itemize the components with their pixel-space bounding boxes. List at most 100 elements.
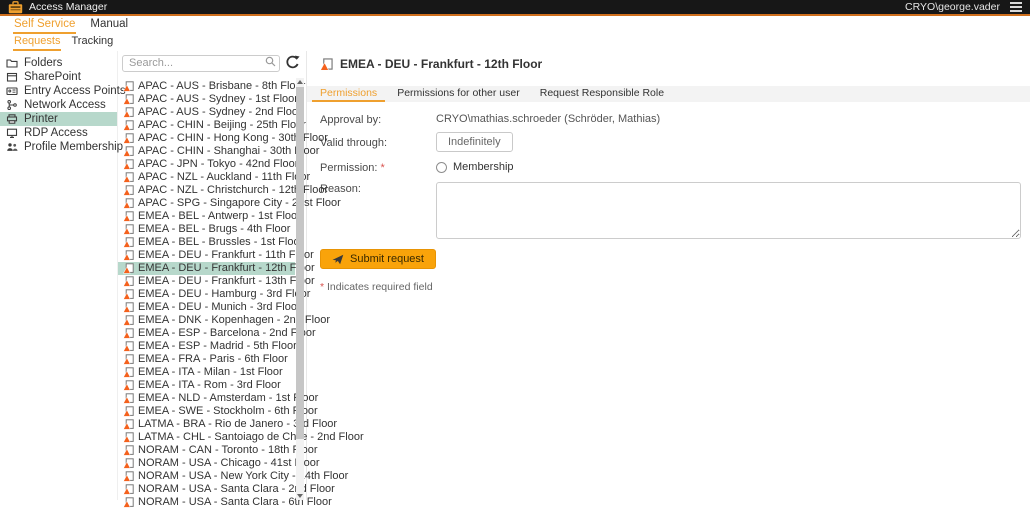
- printer-item-icon: [123, 133, 134, 144]
- tab-permissions-other-user[interactable]: Permissions for other user: [389, 86, 528, 102]
- printer-list-item[interactable]: APAC - JPN - Tokyo - 42nd Floor: [118, 158, 306, 171]
- printer-item-icon: [123, 445, 134, 456]
- printer-list-item[interactable]: APAC - AUS - Sydney - 2nd Floor: [118, 106, 306, 119]
- printer-list-item[interactable]: LATMA - BRA - Rio de Janero - 3rd Floor: [118, 418, 306, 431]
- tab-tracking[interactable]: Tracking: [70, 34, 114, 51]
- printer-list-item[interactable]: APAC - CHIN - Hong Kong - 30th Floor: [118, 132, 306, 145]
- printer-list-item[interactable]: NORAM - CAN - Toronto - 18th Floor: [118, 444, 306, 457]
- sidebar-item-sharepoint[interactable]: SharePoint: [0, 70, 117, 84]
- approval-by-label: Approval by:: [320, 113, 436, 126]
- valid-through-button[interactable]: Indefinitely: [436, 132, 513, 152]
- printer-list-item[interactable]: EMEA - DEU - Hamburg - 3rd Floor: [118, 288, 306, 301]
- printer-item-label: NORAM - USA - New York City - 14th Floor: [138, 470, 348, 482]
- printer-list-item[interactable]: EMEA - ESP - Barcelona - 2nd Floor: [118, 327, 306, 340]
- printer-item-icon: [320, 58, 333, 71]
- printer-item-icon: [123, 263, 134, 274]
- hamburger-menu-icon[interactable]: [1010, 2, 1022, 12]
- tab-request-responsible-role[interactable]: Request Responsible Role: [532, 86, 672, 102]
- reason-textarea[interactable]: [436, 182, 1021, 239]
- printer-item-icon: [123, 211, 134, 222]
- tab-permissions[interactable]: Permissions: [312, 86, 385, 102]
- printer-item-icon: [123, 107, 134, 118]
- submit-request-button[interactable]: Submit request: [320, 249, 436, 269]
- printer-list-item[interactable]: EMEA - DNK - Kopenhagen - 2nd Floor: [118, 314, 306, 327]
- printer-item-icon: [123, 120, 134, 131]
- printer-list-item[interactable]: EMEA - BEL - Brugs - 4th Floor: [118, 223, 306, 236]
- list-scrollbar[interactable]: [296, 78, 304, 500]
- reason-label: Reason:: [320, 182, 436, 195]
- category-sidebar: Folders SharePoint Entry Access Points N…: [0, 51, 118, 500]
- tab-self-service[interactable]: Self Service: [13, 17, 76, 34]
- printer-list-item[interactable]: EMEA - BEL - Brussles - 1st Floor: [118, 236, 306, 249]
- printer-item-icon: [123, 81, 134, 92]
- sidebar-item-profile-membership[interactable]: Profile Membership: [0, 140, 117, 154]
- scrollbar-down-arrow-icon[interactable]: [297, 494, 303, 498]
- printer-list-item[interactable]: EMEA - ITA - Milan - 1st Floor: [118, 366, 306, 379]
- printer-item-label: NORAM - USA - Chicago - 41st Floor: [138, 457, 320, 469]
- approval-by-value: CRYO\mathias.schroeder (Schröder, Mathia…: [436, 113, 660, 125]
- request-form: Approval by: CRYO\mathias.schroeder (Sch…: [307, 102, 1030, 293]
- sidebar-item-entry-access-points[interactable]: Entry Access Points: [0, 84, 117, 98]
- printer-list-item[interactable]: EMEA - FRA - Paris - 6th Floor: [118, 353, 306, 366]
- sidebar-item-network-access[interactable]: Network Access: [0, 98, 117, 112]
- printer-list-item[interactable]: EMEA - DEU - Munich - 3rd Floor: [118, 301, 306, 314]
- printer-list-item[interactable]: EMEA - DEU - Frankfurt - 13th Floor: [118, 275, 306, 288]
- printer-list-item[interactable]: EMEA - NLD - Amsterdam - 1st Floor: [118, 392, 306, 405]
- printer-item-label: EMEA - SWE - Stockholm - 6th Floor: [138, 405, 318, 417]
- printer-list-item[interactable]: EMEA - SWE - Stockholm - 6th Floor: [118, 405, 306, 418]
- printer-list-item[interactable]: NORAM - USA - Santa Clara - 6th Floor: [118, 496, 306, 509]
- sidebar-item-folders[interactable]: Folders: [0, 56, 117, 70]
- printer-item-label: EMEA - BEL - Brussles - 1st Floor: [138, 236, 303, 248]
- network-branch-icon: [6, 99, 18, 111]
- scrollbar-thumb[interactable]: [296, 87, 304, 439]
- printer-item-label: EMEA - NLD - Amsterdam - 1st Floor: [138, 392, 318, 404]
- printer-list-item[interactable]: EMEA - ESP - Madrid - 5th Floor: [118, 340, 306, 353]
- sidebar-item-label: RDP Access: [24, 127, 88, 139]
- printer-list-item[interactable]: LATMA - CHL - Santoiago de Chile - 2nd F…: [118, 431, 306, 444]
- search-icon: [265, 56, 276, 67]
- printer-list-item[interactable]: APAC - SPG - Singapore City - 21st Floor: [118, 197, 306, 210]
- sidebar-item-label: Profile Membership: [24, 141, 123, 153]
- permission-label: Permission: *: [320, 161, 436, 174]
- printer-item-icon: [123, 276, 134, 287]
- sidebar-item-printer[interactable]: Printer: [0, 112, 117, 126]
- printer-item-icon: [123, 380, 134, 391]
- printer-list-item[interactable]: EMEA - DEU - Frankfurt - 12th Floor: [118, 262, 295, 275]
- send-icon: [332, 254, 344, 265]
- printer-list-item[interactable]: EMEA - ITA - Rom - 3rd Floor: [118, 379, 306, 392]
- printer-item-label: LATMA - BRA - Rio de Janero - 3rd Floor: [138, 418, 337, 430]
- printer-list-item[interactable]: APAC - AUS - Brisbane - 8th Floor: [118, 80, 306, 93]
- printer-item-label: EMEA - DEU - Hamburg - 3rd Floor: [138, 288, 310, 300]
- printer-list-panel: APAC - AUS - Brisbane - 8th Floor APAC -…: [118, 51, 307, 500]
- printer-list-item[interactable]: EMEA - DEU - Frankfurt - 11th Floor: [118, 249, 306, 262]
- primary-nav: Self Service Manual: [0, 16, 1030, 34]
- printer-list-item[interactable]: APAC - NZL - Auckland - 11th Floor: [118, 171, 306, 184]
- tab-manual[interactable]: Manual: [89, 17, 129, 34]
- scrollbar-up-arrow-icon[interactable]: [297, 80, 303, 84]
- printer-list-item[interactable]: APAC - NZL - Christchurch - 12th Floor: [118, 184, 306, 197]
- printer-list-item[interactable]: APAC - CHIN - Beijing - 25th Floor: [118, 119, 306, 132]
- printer-list-item[interactable]: NORAM - USA - Chicago - 41st Floor: [118, 457, 306, 470]
- monitor-icon: [6, 127, 18, 139]
- printer-list-item[interactable]: NORAM - USA - Santa Clara - 2nd Floor: [118, 483, 306, 496]
- app-toolbox-icon: [8, 1, 23, 14]
- search-input[interactable]: [122, 55, 280, 72]
- printer-list-item[interactable]: APAC - AUS - Sydney - 1st Floor: [118, 93, 306, 106]
- membership-radio[interactable]: [436, 162, 447, 173]
- printer-list-item[interactable]: EMEA - BEL - Antwerp - 1st Floor: [118, 210, 306, 223]
- sidebar-item-rdp-access[interactable]: RDP Access: [0, 126, 117, 140]
- printer-item-label: EMEA - ITA - Milan - 1st Floor: [138, 366, 283, 378]
- current-user-label: CRYO\george.vader: [905, 1, 1000, 13]
- printer-item-label: NORAM - USA - Santa Clara - 2nd Floor: [138, 483, 335, 495]
- printer-item-icon: [123, 224, 134, 235]
- printer-list-item[interactable]: APAC - CHIN - Shanghai - 30th Floor: [118, 145, 306, 158]
- refresh-icon[interactable]: [285, 55, 300, 70]
- printer-item-label: EMEA - DEU - Frankfurt - 12th Floor: [138, 262, 315, 274]
- printer-item-icon: [123, 250, 134, 261]
- printer-item-icon: [123, 237, 134, 248]
- tab-requests[interactable]: Requests: [13, 34, 61, 51]
- valid-through-label: Valid through:: [320, 136, 436, 149]
- printer-item-label: EMEA - ESP - Madrid - 5th Floor: [138, 340, 297, 352]
- printer-item-label: EMEA - FRA - Paris - 6th Floor: [138, 353, 288, 365]
- printer-list-item[interactable]: NORAM - USA - New York City - 14th Floor: [118, 470, 306, 483]
